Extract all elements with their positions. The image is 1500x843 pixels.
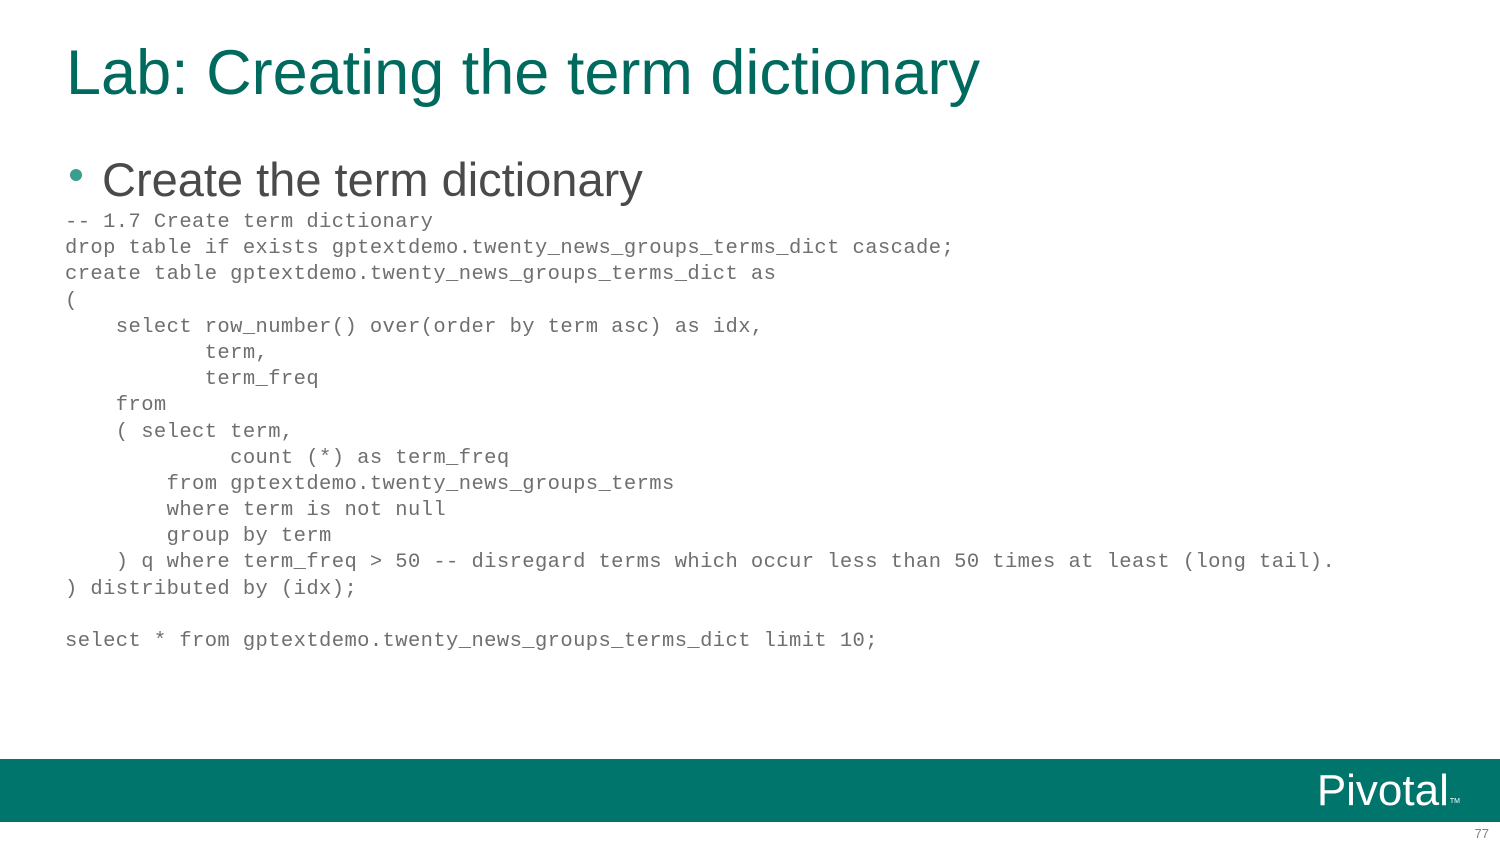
code-line: term,	[65, 341, 269, 365]
bullet-item: Create the term dictionary	[70, 150, 643, 210]
page-number: 77	[1474, 826, 1489, 841]
code-line: create table gptextdemo.twenty_news_grou…	[65, 263, 777, 287]
brand-name: Pivotal	[1316, 766, 1449, 815]
code-line: drop table if exists gptextdemo.twenty_n…	[65, 237, 955, 261]
pivotal-logo: Pivotal TM	[1317, 767, 1460, 815]
code-line: select * from gptextdemo.twenty_news_gro…	[65, 630, 878, 653]
code-line: ( select term,	[65, 420, 294, 444]
code-line: ) distributed by (idx);	[65, 577, 358, 601]
code-line: from	[65, 394, 167, 418]
code-block: -- 1.7 Create term dictionary drop table …	[65, 210, 1485, 655]
slide-title: Lab: Creating the term dictionary	[66, 38, 980, 108]
trademark-mark: TM	[1449, 798, 1460, 805]
code-line: group by term	[65, 525, 332, 549]
code-line: term_freq	[65, 368, 320, 392]
bullet-dot-icon	[70, 169, 82, 181]
bullet-text: Create the term dictionary	[102, 153, 643, 206]
code-line: -- 1.7 Create term dictionary	[65, 211, 434, 234]
code-line: (	[65, 289, 78, 313]
code-line: where term is not null	[65, 499, 447, 523]
code-line: from gptextdemo.twenty_news_groups_terms	[65, 472, 675, 496]
footer-band: Pivotal TM	[0, 759, 1500, 822]
code-line: select row_number() over(order by term a…	[65, 315, 764, 339]
code-line: count (*) as term_freq	[65, 446, 510, 470]
code-line: ) q where term_freq > 50 -- disregard te…	[65, 551, 1336, 575]
